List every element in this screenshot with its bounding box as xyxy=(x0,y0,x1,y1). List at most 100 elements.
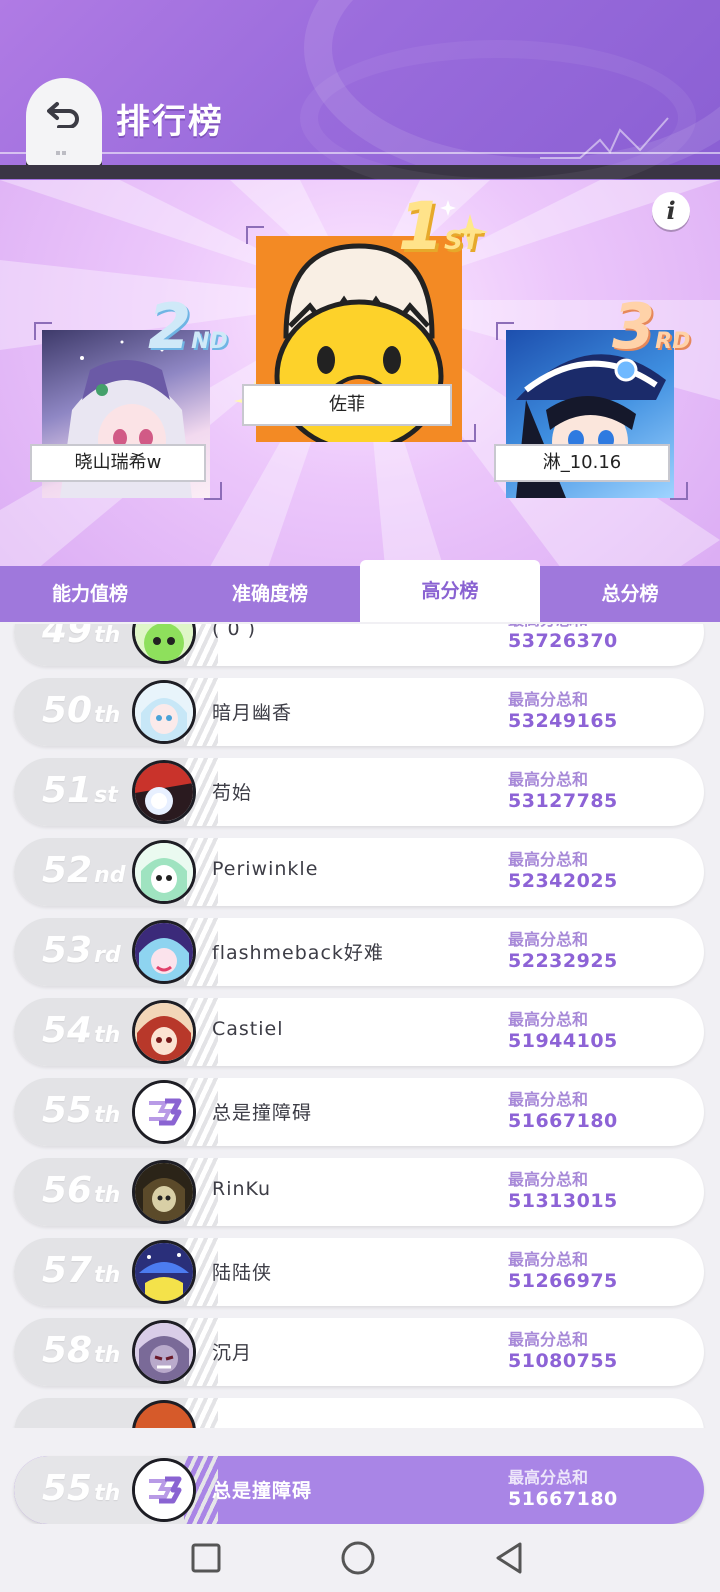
row-rank-number: 56th xyxy=(42,1170,120,1211)
player-avatar-image xyxy=(135,923,193,981)
default-avatar-logo-icon xyxy=(135,1083,193,1141)
avatar[interactable] xyxy=(132,1080,196,1144)
first-place-name: 佐菲 xyxy=(242,384,452,426)
second-place-rank-suffix: ND xyxy=(191,329,228,354)
row-rank-digits: 52 xyxy=(42,850,93,891)
row-rank-number: 55th xyxy=(42,1090,120,1131)
my-rank-row[interactable]: 55th 总是撞障碍 最高分总和 51667180 xyxy=(14,1456,704,1524)
back-button-dots xyxy=(56,140,72,155)
row-score-label: 最高分总和 xyxy=(508,1170,589,1189)
row-player-name: ( 0 ) xyxy=(212,624,256,640)
row-rank-suffix: th xyxy=(94,624,121,648)
tab-high-score[interactable]: 高分榜 xyxy=(360,560,540,622)
header: 排行榜 xyxy=(0,0,720,180)
table-row[interactable] xyxy=(14,1398,704,1428)
first-place-rank-digit: 1 xyxy=(398,188,444,265)
avatar[interactable] xyxy=(132,840,196,904)
back-button[interactable] xyxy=(26,78,102,166)
third-place-rank-digit: 3 xyxy=(612,290,656,363)
row-rank-number: 51st xyxy=(42,770,118,811)
row-rank-suffix: rd xyxy=(94,943,121,968)
table-row[interactable]: 53rd flashmeback好难 最高分总和 52232925 xyxy=(14,918,704,986)
row-score-label: 最高分总和 xyxy=(508,1090,589,1109)
row-score-value: 53726370 xyxy=(508,630,618,652)
row-score-value: 51266975 xyxy=(508,1270,618,1292)
table-row[interactable]: 56th RinKu 最高分总和 51313015 xyxy=(14,1158,704,1226)
table-row[interactable]: 58th 沉月 最高分总和 51080755 xyxy=(14,1318,704,1386)
my-rank-digits: 55 xyxy=(42,1468,93,1509)
third-place-rank-suffix: RD xyxy=(655,329,691,354)
avatar[interactable] xyxy=(132,680,196,744)
row-score-label: 最高分总和 xyxy=(508,850,589,869)
row-rank-suffix: th xyxy=(94,1343,121,1368)
table-row[interactable]: 51st 苟始 最高分总和 53127785 xyxy=(14,758,704,826)
row-rank-number: 50th xyxy=(42,690,120,731)
table-row[interactable]: 49th ( 0 ) 最高分总和 53726370 xyxy=(14,624,704,666)
row-rank-digits: 49 xyxy=(42,624,93,651)
my-rank-number: 55th xyxy=(42,1468,120,1509)
avatar[interactable] xyxy=(132,1000,196,1064)
my-avatar[interactable] xyxy=(132,1458,196,1522)
leaderboard-tabs: 能力值榜 准确度榜 高分榜 总分榜 xyxy=(0,560,720,622)
default-avatar-logo-icon xyxy=(135,1461,193,1519)
avatar[interactable] xyxy=(132,1240,196,1304)
player-avatar-image xyxy=(135,683,193,741)
avatar[interactable] xyxy=(132,760,196,824)
first-place-rank-suffix: ST xyxy=(443,226,481,256)
row-rank-suffix: st xyxy=(94,783,118,808)
row-player-name: 沉月 xyxy=(212,1342,253,1364)
tab-accuracy[interactable]: 准确度榜 xyxy=(180,566,360,622)
third-place-rank: 3RD xyxy=(612,290,690,363)
row-player-name: 苟始 xyxy=(212,782,253,804)
row-rank-suffix: th xyxy=(94,1023,121,1048)
table-row[interactable]: 50th 暗月幽香 最高分总和 53249165 xyxy=(14,678,704,746)
table-row[interactable]: 55th 总是撞障碍 最高分总和 51667180 xyxy=(14,1078,704,1146)
row-rank-suffix: th xyxy=(94,1103,121,1128)
page-title: 排行榜 xyxy=(116,102,224,142)
row-rank-number: 52nd xyxy=(42,850,126,891)
row-rank-digits: 54 xyxy=(42,1010,93,1051)
row-score-value: 53127785 xyxy=(508,790,618,812)
back-triangle-icon[interactable] xyxy=(490,1538,530,1578)
podium: i 2ND 晓山瑞希w 1ST 佐菲 3RD 淋_10.16 xyxy=(0,180,720,620)
avatar[interactable] xyxy=(132,1160,196,1224)
row-rank-number: 57th xyxy=(42,1250,120,1291)
row-player-name: flashmeback好难 xyxy=(212,942,384,964)
row-score-value: 52342025 xyxy=(508,870,618,892)
recent-apps-square-icon[interactable] xyxy=(186,1538,226,1578)
avatar[interactable] xyxy=(132,1320,196,1384)
row-rank-digits: 51 xyxy=(42,770,93,811)
info-button[interactable]: i xyxy=(652,192,690,230)
tab-ability[interactable]: 能力值榜 xyxy=(0,566,180,622)
row-rank-suffix: th xyxy=(94,703,121,728)
row-score-label: 最高分总和 xyxy=(508,930,589,949)
home-circle-icon[interactable] xyxy=(338,1538,378,1578)
row-player-name: Castiel xyxy=(212,1018,284,1040)
row-rank-number: 54th xyxy=(42,1010,120,1051)
player-avatar-image xyxy=(135,763,193,821)
header-decoration xyxy=(540,117,669,159)
row-rank-digits: 53 xyxy=(42,930,93,971)
ranking-list[interactable]: 49th ( 0 ) 最高分总和 53726370 50th 暗月幽香 最高分总… xyxy=(0,624,720,1428)
table-row[interactable]: 57th 陆陆侠 最高分总和 51266975 xyxy=(14,1238,704,1306)
row-player-name: 暗月幽香 xyxy=(212,702,293,724)
row-rank-number: 49th xyxy=(42,624,120,651)
row-player-name: 总是撞障碍 xyxy=(212,1102,313,1124)
row-score-value: 51667180 xyxy=(508,1110,618,1132)
row-score-label: 最高分总和 xyxy=(508,690,589,709)
row-score-value: 52232925 xyxy=(508,950,618,972)
tab-total-score[interactable]: 总分榜 xyxy=(540,566,720,622)
system-navigation-bar xyxy=(0,1524,720,1592)
table-row[interactable]: 52nd Periwinkle 最高分总和 52342025 xyxy=(14,838,704,906)
header-divider xyxy=(0,152,720,154)
third-place-name: 淋_10.16 xyxy=(494,444,670,482)
player-avatar-image xyxy=(135,624,193,661)
row-score-value: 51313015 xyxy=(508,1190,618,1212)
row-score-value: 51944105 xyxy=(508,1030,618,1052)
table-row[interactable]: 54th Castiel 最高分总和 51944105 xyxy=(14,998,704,1066)
header-bottom-bar xyxy=(0,165,720,179)
my-score-label: 最高分总和 xyxy=(508,1468,589,1487)
row-rank-number: 58th xyxy=(42,1330,120,1371)
row-score-label: 最高分总和 xyxy=(508,1010,589,1029)
avatar[interactable] xyxy=(132,920,196,984)
